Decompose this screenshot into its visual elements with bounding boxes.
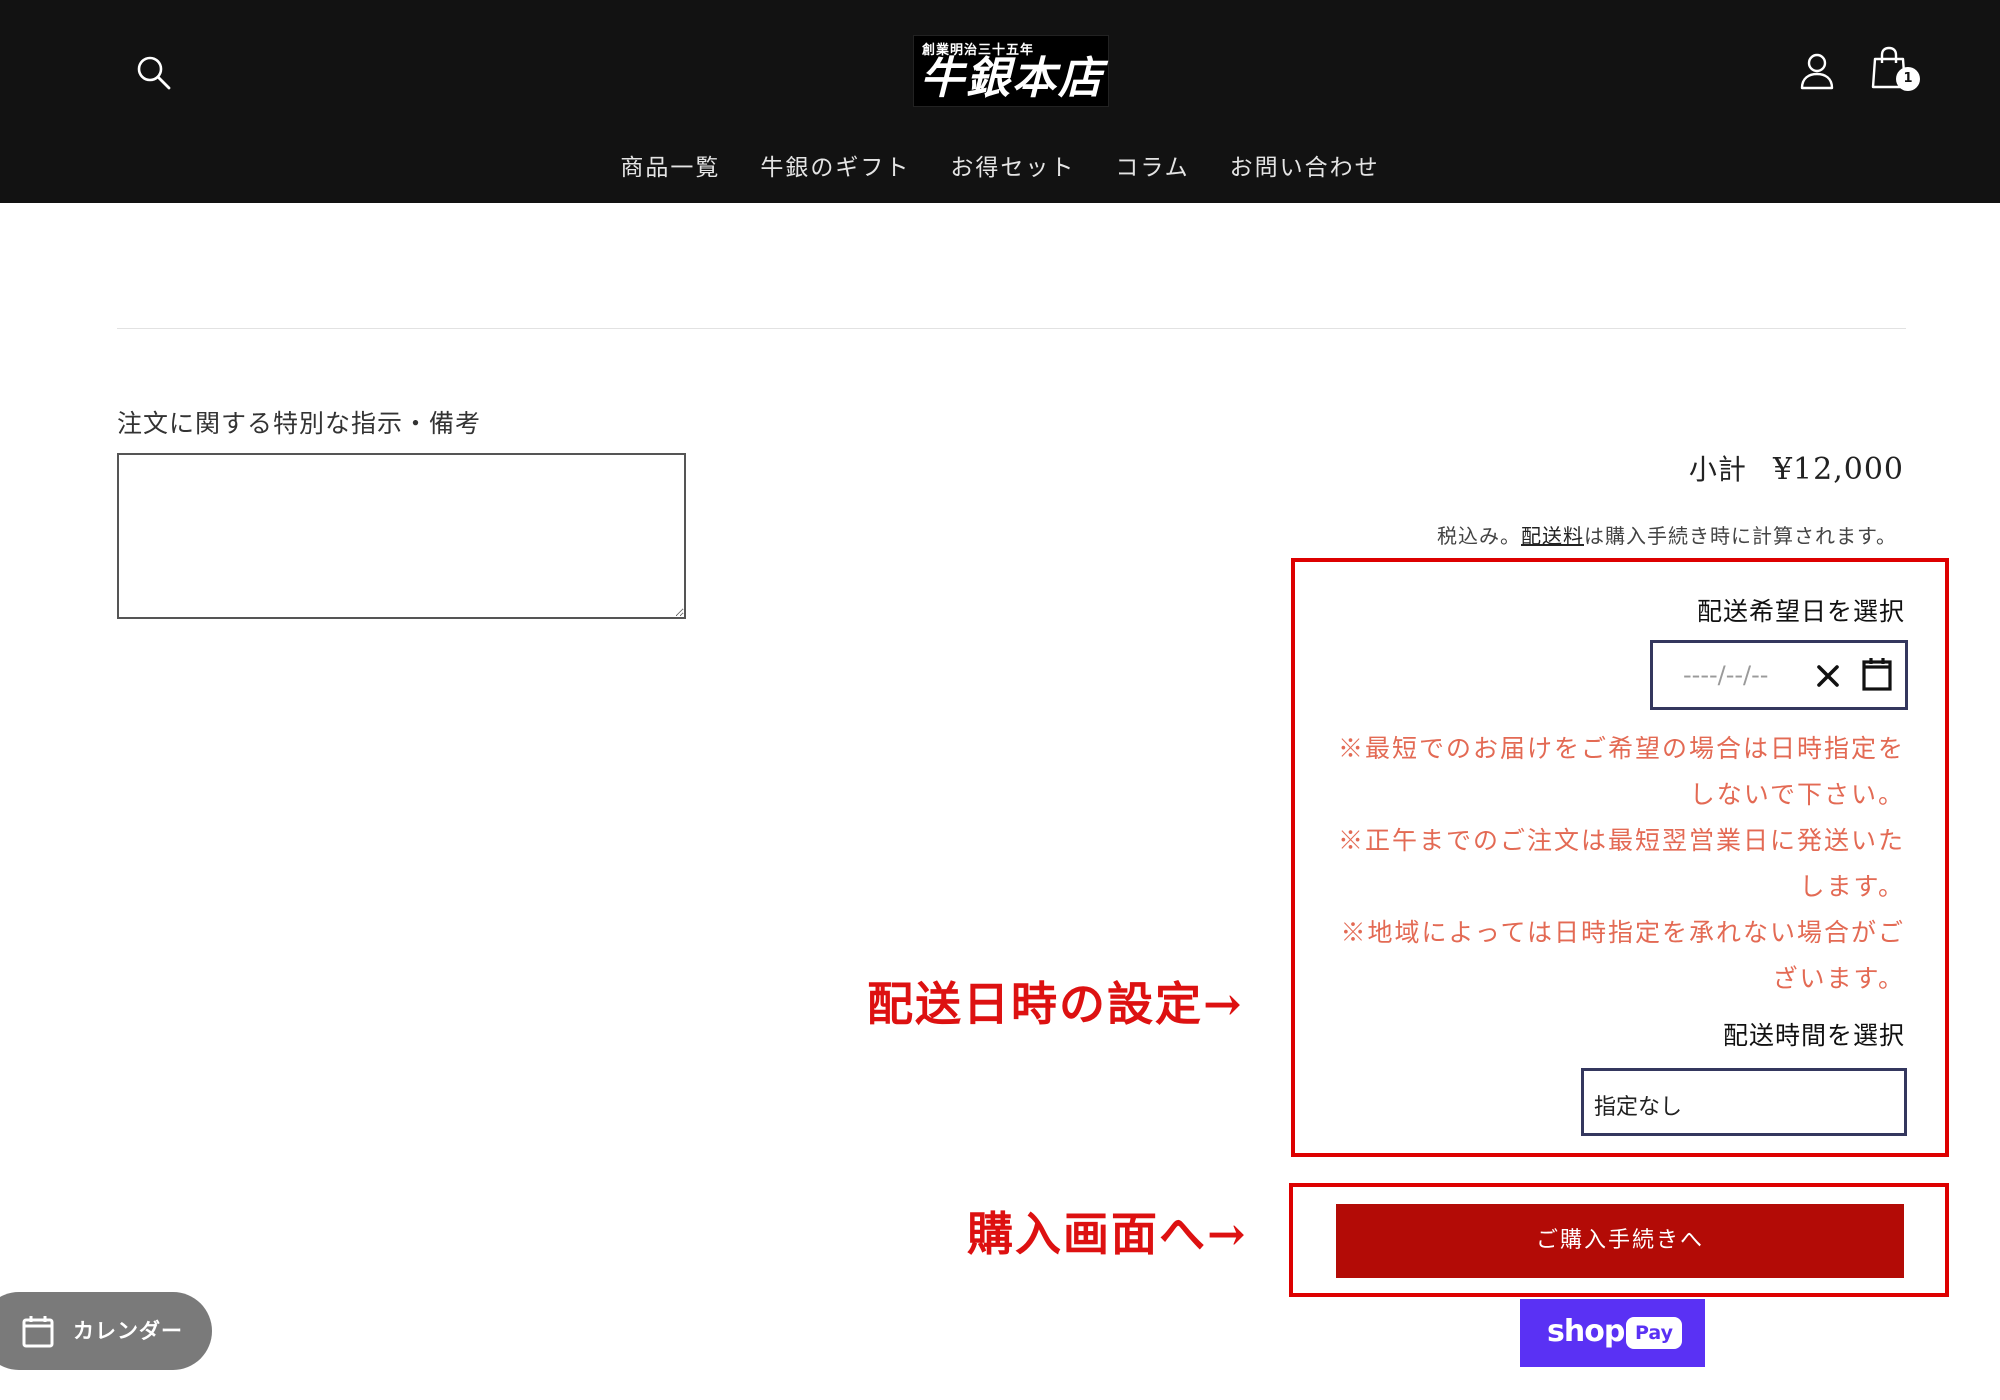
delivery-notice: ※地域によっては日時指定を承れない場合がございます。 <box>1340 918 1905 993</box>
calendar-icon <box>20 1313 56 1349</box>
clear-icon[interactable] <box>1813 658 1843 692</box>
delivery-notice: ※正午までのご注文は最短翌営業日に発送いたします。 <box>1337 826 1905 901</box>
shop-pay-button[interactable]: shop Pay <box>1520 1299 1705 1367</box>
account-icon[interactable] <box>1798 50 1836 92</box>
tax-note-suffix: は購入手続き時に計算されます。 <box>1584 524 1897 548</box>
tax-note-prefix: 税込み。 <box>1437 524 1521 548</box>
search-icon[interactable] <box>133 52 175 94</box>
calendar-icon[interactable] <box>1861 656 1893 692</box>
logo-title: 牛銀本店 <box>920 53 1104 104</box>
nav-item-gift[interactable]: 牛銀のギフト <box>740 150 930 190</box>
calendar-floating-button[interactable]: カレンダー <box>0 1292 212 1370</box>
shipping-policy-link[interactable]: 配送料 <box>1521 524 1584 548</box>
delivery-date-label: 配送希望日を選択 <box>1696 597 1905 626</box>
nav-item-contact[interactable]: お問い合わせ <box>1210 150 1400 190</box>
delivery-notice: ※最短でのお届けをご希望の場合は日時指定をしないで下さい。 <box>1337 734 1905 809</box>
shop-pay-wordmark: shop <box>1547 1314 1625 1349</box>
annotation-delivery-setting: 配送日時の設定→ <box>867 977 1244 1031</box>
date-placeholder: ----/--/-- <box>1683 661 1769 689</box>
annotation-to-checkout: 購入画面へ→ <box>967 1207 1248 1261</box>
checkout-highlight: ご購入手続きへ <box>1289 1183 1949 1297</box>
order-note-label: 注文に関する特別な指示・備考 <box>117 409 482 438</box>
subtotal-amount: ¥12,000 <box>1772 452 1904 487</box>
site-logo[interactable]: 創業明治三十五年 牛銀本店 <box>913 35 1109 107</box>
delivery-time-label: 配送時間を選択 <box>1722 1021 1905 1050</box>
delivery-time-value: 指定なし <box>1594 1095 1683 1120</box>
site-header: 創業明治三十五年 牛銀本店 1 商品一覧 牛銀のギフト お得セット コラム お問… <box>0 0 2000 203</box>
delivery-date-input[interactable]: ----/--/-- <box>1650 640 1908 710</box>
delivery-notices: ※最短でのお届けをご希望の場合は日時指定をしないで下さい。 ※正午までのご注文は… <box>1325 726 1905 1002</box>
shop-pay-pill: Pay <box>1626 1317 1682 1349</box>
tax-note: 税込み。配送料は購入手続き時に計算されます。 <box>1437 520 1897 549</box>
nav-item-column[interactable]: コラム <box>1095 150 1209 190</box>
nav-item-value-set[interactable]: お得セット <box>930 150 1095 190</box>
subtotal: 小計 ¥12,000 <box>1689 448 1904 488</box>
section-divider <box>117 328 1906 329</box>
cart-button[interactable]: 1 <box>1870 45 1920 97</box>
delivery-time-select[interactable]: 指定なし <box>1581 1068 1907 1136</box>
nav-item-products[interactable]: 商品一覧 <box>600 150 740 190</box>
checkout-button[interactable]: ご購入手続きへ <box>1336 1204 1904 1278</box>
order-note-textarea[interactable] <box>117 453 686 619</box>
delivery-settings-highlight: 配送希望日を選択 ----/--/-- ※最短でのお届けをご希望の場合は日時指定… <box>1291 558 1949 1157</box>
cart-count-badge: 1 <box>1896 67 1920 91</box>
subtotal-label: 小計 <box>1688 453 1747 486</box>
calendar-label: カレンダー <box>73 1319 183 1343</box>
main-nav: 商品一覧 牛銀のギフト お得セット コラム お問い合わせ <box>0 150 2000 190</box>
